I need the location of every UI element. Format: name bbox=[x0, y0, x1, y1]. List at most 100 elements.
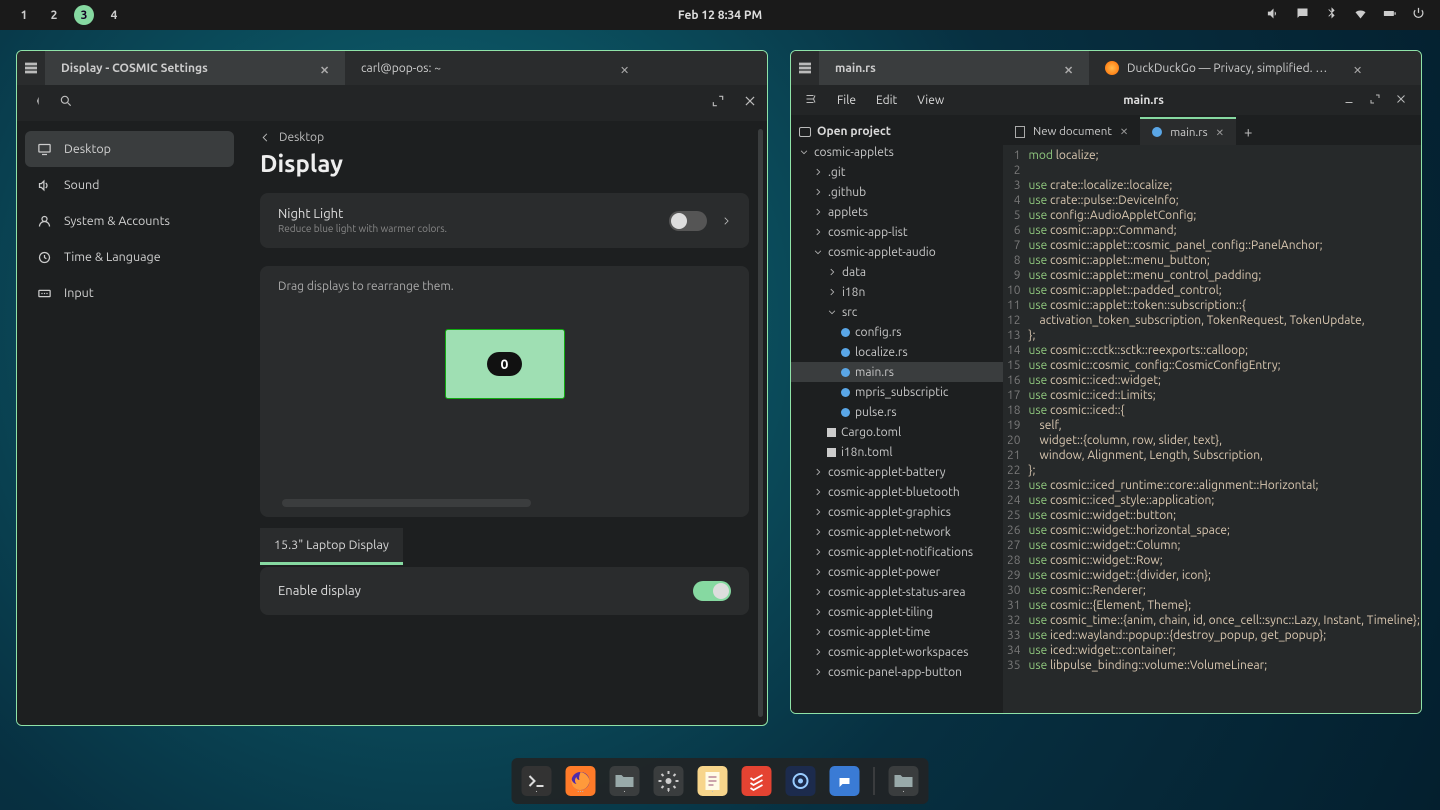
workspace-2[interactable]: 2 bbox=[44, 5, 64, 25]
tree-folder[interactable]: cosmic-applets bbox=[791, 142, 1003, 162]
tab-close-icon[interactable] bbox=[320, 64, 329, 73]
open-project-header[interactable]: Open project bbox=[791, 121, 1003, 142]
menu-view[interactable]: View bbox=[917, 94, 944, 107]
tab-close-icon[interactable] bbox=[1064, 64, 1073, 73]
dock-text-icon[interactable]: . bbox=[698, 766, 728, 796]
editor-tab[interactable]: main.rs bbox=[1140, 117, 1236, 145]
tree-folder[interactable]: cosmic-applet-notifications bbox=[791, 542, 1003, 562]
new-tab-button[interactable]: + bbox=[1236, 117, 1260, 145]
menu-file[interactable]: File bbox=[837, 94, 856, 107]
night-light-toggle[interactable] bbox=[669, 211, 707, 231]
night-light-row[interactable]: Night Light Reduce blue light with warme… bbox=[260, 193, 749, 248]
sidebar-item-desktop[interactable]: Desktop bbox=[25, 131, 234, 167]
power-icon[interactable] bbox=[1411, 6, 1426, 24]
dock-settings-icon[interactable]: . bbox=[654, 766, 684, 796]
close-icon[interactable] bbox=[743, 94, 757, 112]
window-tab[interactable]: main.rs bbox=[819, 51, 1089, 85]
display-selector-tab[interactable]: 15.3" Laptop Display bbox=[260, 528, 403, 565]
tree-folder[interactable]: cosmic-applet-time bbox=[791, 622, 1003, 642]
tree-file[interactable]: config.rs bbox=[791, 322, 1003, 342]
volume-icon[interactable] bbox=[1266, 6, 1281, 24]
horizontal-scrollbar[interactable] bbox=[282, 499, 531, 507]
tree-file[interactable]: mpris_subscriptic bbox=[791, 382, 1003, 402]
search-icon[interactable] bbox=[59, 94, 73, 112]
tree-folder[interactable]: .git bbox=[791, 162, 1003, 182]
display-arrangement-area[interactable]: Drag displays to rearrange them. 0 bbox=[260, 266, 749, 517]
sidebar-item-clock[interactable]: Time & Language bbox=[25, 239, 234, 275]
maximize-icon[interactable] bbox=[711, 94, 725, 112]
breadcrumb[interactable]: Desktop bbox=[260, 131, 749, 144]
close-icon[interactable] bbox=[1395, 93, 1407, 108]
tab-label: main.rs bbox=[835, 62, 876, 75]
dock-terminal-icon[interactable]: . bbox=[522, 766, 552, 796]
workspaces-icon[interactable] bbox=[17, 60, 45, 76]
sidebar-item-sound[interactable]: Sound bbox=[25, 167, 234, 203]
tree-folder[interactable]: .github bbox=[791, 182, 1003, 202]
sidebar-item-input[interactable]: Input bbox=[25, 275, 234, 311]
tree-label: applets bbox=[828, 206, 868, 219]
bluetooth-icon[interactable] bbox=[1324, 6, 1339, 24]
window-tab[interactable]: DuckDuckGo — Privacy, simplified. — Mozi… bbox=[1089, 51, 1378, 85]
tree-folder[interactable]: cosmic-applet-graphics bbox=[791, 502, 1003, 522]
code-editor[interactable]: 1234567891011121314151617181920212223242… bbox=[1003, 145, 1421, 713]
tree-folder[interactable]: cosmic-panel-app-button bbox=[791, 662, 1003, 682]
tree-folder[interactable]: cosmic-applet-network bbox=[791, 522, 1003, 542]
tab-close-icon[interactable] bbox=[620, 64, 629, 73]
workspace-4[interactable]: 4 bbox=[104, 5, 124, 25]
dock-obs-icon[interactable] bbox=[786, 766, 816, 796]
display-monitor[interactable]: 0 bbox=[445, 329, 565, 399]
tree-folder[interactable]: applets bbox=[791, 202, 1003, 222]
tree-folder[interactable]: cosmic-applet-power bbox=[791, 562, 1003, 582]
editor-titlebar[interactable]: main.rs DuckDuckGo — Privacy, simplified.… bbox=[791, 51, 1421, 85]
tree-folder[interactable]: cosmic-applet-bluetooth bbox=[791, 482, 1003, 502]
tree-folder[interactable]: cosmic-applet-status-area bbox=[791, 582, 1003, 602]
workspaces-icon[interactable] bbox=[791, 60, 819, 76]
tree-file[interactable]: localize.rs bbox=[791, 342, 1003, 362]
chevron-right-icon[interactable] bbox=[721, 212, 731, 230]
dock-chat-icon[interactable] bbox=[830, 766, 860, 796]
panel-toggle-icon[interactable] bbox=[805, 93, 817, 108]
minimize-icon[interactable] bbox=[1343, 93, 1355, 108]
maximize-icon[interactable] bbox=[1369, 93, 1381, 108]
tree-file[interactable]: Cargo.toml bbox=[791, 422, 1003, 442]
tab-close-icon[interactable] bbox=[1353, 64, 1362, 73]
workspace-1[interactable]: 1 bbox=[14, 5, 34, 25]
tree-folder[interactable]: src bbox=[791, 302, 1003, 322]
tree-folder[interactable]: cosmic-applet-battery bbox=[791, 462, 1003, 482]
tree-file[interactable]: i18n.toml bbox=[791, 442, 1003, 462]
dock-todoist-icon[interactable] bbox=[742, 766, 772, 796]
dock[interactable]: ........ bbox=[512, 758, 929, 804]
code-lines[interactable]: mod localize;use crate::localize::locali… bbox=[1029, 145, 1420, 713]
chat-icon[interactable] bbox=[1295, 6, 1310, 24]
dock-files-icon[interactable]: . bbox=[610, 766, 640, 796]
window-tab[interactable]: Display - COSMIC Settings bbox=[45, 51, 345, 85]
tree-folder[interactable]: cosmic-applet-workspaces bbox=[791, 642, 1003, 662]
tab-close-icon[interactable] bbox=[1216, 126, 1224, 139]
menu-edit[interactable]: Edit bbox=[876, 94, 897, 107]
project-tree[interactable]: Open project cosmic-applets.git.github ap… bbox=[791, 115, 1003, 713]
tree-folder[interactable]: i18n bbox=[791, 282, 1003, 302]
settings-titlebar[interactable]: Display - COSMIC Settings carl@pop-os: ~ bbox=[17, 51, 767, 85]
wifi-icon[interactable] bbox=[1353, 6, 1368, 24]
tab-close-icon[interactable] bbox=[1120, 125, 1128, 138]
tree-folder[interactable]: cosmic-applet-tiling bbox=[791, 602, 1003, 622]
tree-folder[interactable]: cosmic-applet-audio bbox=[791, 242, 1003, 262]
running-indicator: . bbox=[667, 784, 669, 794]
tree-file[interactable]: main.rs bbox=[791, 362, 1003, 382]
battery-icon[interactable] bbox=[1382, 6, 1397, 24]
tree-folder[interactable]: cosmic-app-list bbox=[791, 222, 1003, 242]
sidebar-item-user[interactable]: System & Accounts bbox=[25, 203, 234, 239]
editor-tab[interactable]: New document bbox=[1003, 117, 1140, 145]
tab-label: carl@pop-os: ~ bbox=[361, 62, 441, 75]
dock-firefox-icon[interactable]: ... bbox=[566, 766, 596, 796]
enable-display-toggle[interactable] bbox=[693, 581, 731, 601]
tree-file[interactable]: pulse.rs bbox=[791, 402, 1003, 422]
window-tab[interactable]: carl@pop-os: ~ bbox=[345, 51, 645, 85]
workspace-3[interactable]: 3 bbox=[74, 5, 94, 25]
clock[interactable]: Feb 12 8:34 PM bbox=[678, 9, 762, 22]
rust-file-icon bbox=[841, 408, 850, 417]
dock-files2-icon[interactable]: . bbox=[889, 766, 919, 796]
content-scrollbar[interactable] bbox=[758, 129, 763, 717]
tree-folder[interactable]: data bbox=[791, 262, 1003, 282]
panel-toggle-icon[interactable] bbox=[27, 94, 41, 112]
